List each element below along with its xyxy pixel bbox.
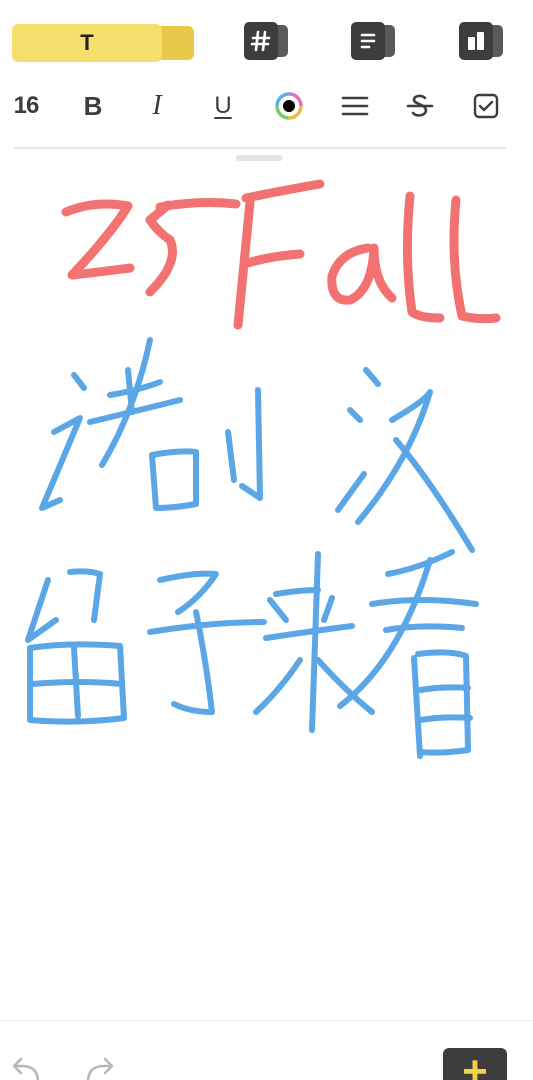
text-tool-tab[interactable]: T: [12, 24, 194, 64]
italic-button[interactable]: I: [137, 84, 177, 128]
format-toolbar: 16 B I U: [0, 84, 533, 130]
font-size-button[interactable]: 16: [6, 84, 46, 128]
blue-handwriting-chinese: [25, 337, 479, 759]
align-button[interactable]: [335, 84, 375, 128]
redo-icon[interactable]: [80, 1056, 116, 1080]
bottom-bar: +: [0, 1022, 533, 1080]
grid-view-icon: [459, 22, 493, 60]
bottom-divider: [0, 1020, 533, 1021]
underline-button[interactable]: U: [203, 84, 243, 128]
grid-view-button[interactable]: [459, 22, 505, 62]
undo-icon[interactable]: [10, 1056, 46, 1080]
drawing-canvas[interactable]: [0, 160, 533, 1020]
note-lines-icon: [351, 22, 385, 60]
strikethrough-icon: [406, 94, 434, 117]
text-color-button[interactable]: [269, 84, 309, 128]
bold-button[interactable]: B: [73, 84, 113, 128]
red-handwriting-25fall: [61, 179, 501, 330]
checkbox-icon: [473, 93, 499, 119]
color-wheel-icon: [275, 92, 303, 120]
tag-notebook-button[interactable]: [244, 22, 290, 62]
align-lines-icon: [341, 96, 369, 116]
toolbar-divider: [14, 147, 506, 149]
text-tool-label: T: [12, 24, 162, 62]
note-list-button[interactable]: [351, 22, 397, 62]
hashtag-icon: [244, 22, 278, 60]
strikethrough-button[interactable]: [400, 84, 440, 128]
checkbox-button[interactable]: [466, 84, 506, 128]
add-button[interactable]: +: [443, 1048, 507, 1080]
tool-tabs-bar: T: [0, 0, 533, 80]
